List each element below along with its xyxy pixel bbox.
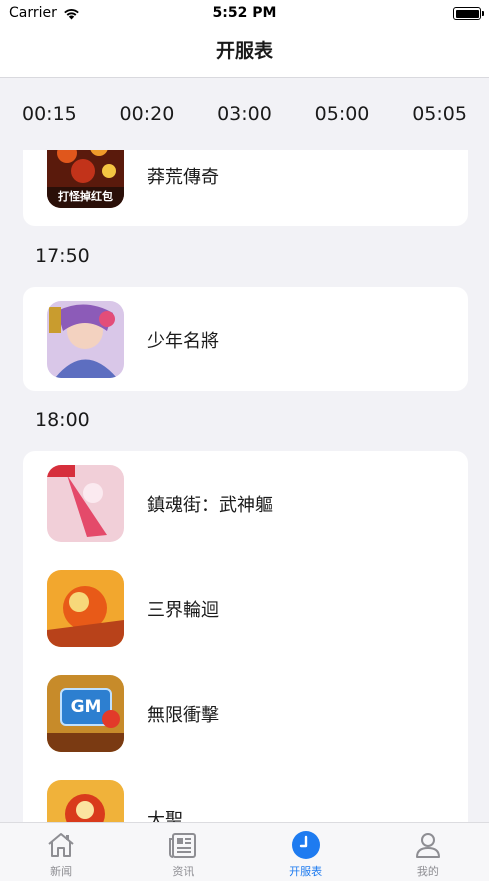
game-name: 莽荒傳奇 xyxy=(147,167,219,188)
tab-info[interactable]: 资讯 xyxy=(122,823,244,881)
tab-server-schedule[interactable]: 开服表 xyxy=(245,823,367,881)
game-row[interactable]: 大聖 xyxy=(23,766,468,822)
section-time: 17:50 xyxy=(35,245,90,267)
status-bar: Carrier 5:52 PM xyxy=(0,0,489,28)
time-tab-0020[interactable]: 00:20 xyxy=(120,103,175,125)
home-icon xyxy=(48,833,74,857)
game-thumbnail xyxy=(47,301,124,378)
time-tab-0015[interactable]: 00:15 xyxy=(22,103,77,125)
time-tab-0505[interactable]: 05:05 xyxy=(412,103,467,125)
game-row[interactable]: GM 無限衝擊 xyxy=(23,661,468,766)
time-tabs: 00:15 00:20 03:00 05:00 05:05 xyxy=(0,78,489,150)
server-card: 鎮魂街：武神軀 三界輪迴 GM 無限衝擊 大聖 xyxy=(23,451,468,822)
tab-news[interactable]: 新闻 xyxy=(0,823,122,881)
game-name: 鎮魂街：武神軀 xyxy=(147,495,273,516)
battery-icon xyxy=(453,7,484,20)
time-tab-0300[interactable]: 03:00 xyxy=(217,103,272,125)
game-thumbnail: 打怪掉红包 xyxy=(47,150,124,208)
game-row[interactable]: 三界輪迴 xyxy=(23,556,468,661)
game-thumbnail: GM xyxy=(47,675,124,752)
status-time: 5:52 PM xyxy=(212,5,277,21)
game-name: 大聖 xyxy=(147,810,183,822)
section-time: 18:00 xyxy=(35,409,90,431)
server-card: 打怪掉红包 莽荒傳奇 xyxy=(23,150,468,226)
game-name: 少年名將 xyxy=(147,331,219,352)
tab-label: 资讯 xyxy=(172,865,195,878)
time-tab-0500[interactable]: 05:00 xyxy=(315,103,370,125)
game-row[interactable]: 打怪掉红包 莽荒傳奇 xyxy=(23,150,468,226)
game-name: 三界輪迴 xyxy=(147,600,219,621)
tab-mine[interactable]: 我的 xyxy=(367,823,489,881)
thumbnail-caption: 打怪掉红包 xyxy=(58,190,113,203)
thumbnail-caption: GM xyxy=(70,697,102,717)
tab-label: 开服表 xyxy=(289,865,323,878)
tab-label: 新闻 xyxy=(50,865,73,878)
tab-bar: 新闻 资讯 开服表 我的 xyxy=(0,822,489,881)
clock-icon xyxy=(291,831,320,859)
game-thumbnail xyxy=(47,780,124,822)
news-icon xyxy=(169,833,197,858)
user-icon xyxy=(415,833,440,858)
page-title: 开服表 xyxy=(215,40,273,62)
game-name: 無限衝擊 xyxy=(147,705,219,726)
server-list[interactable]: 打怪掉红包 莽荒傳奇 17:50 少年名將 18:00 鎮魂街：武神軀 三界輪迴… xyxy=(0,150,489,822)
game-row[interactable]: 少年名將 xyxy=(23,287,468,391)
game-thumbnail xyxy=(47,570,124,647)
game-thumbnail xyxy=(47,465,124,542)
nav-bar: 开服表 xyxy=(0,28,489,78)
tab-label: 我的 xyxy=(416,865,439,878)
server-card: 少年名將 xyxy=(23,287,468,391)
game-row[interactable]: 鎮魂街：武神軀 xyxy=(23,451,468,556)
